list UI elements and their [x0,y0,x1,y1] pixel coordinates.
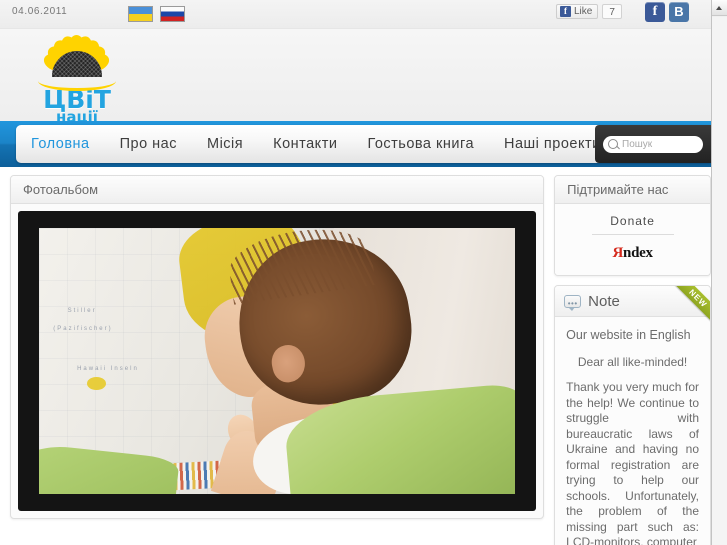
sunflower-icon [38,34,116,91]
new-badge: NEW [672,286,710,324]
nav-item-guestbook[interactable]: Гостьова книга [352,136,489,152]
facebook-like-label: Like [574,6,593,17]
photo-album-panel: Фотоальбом Stiller (Pazifischer) Hawaii … [10,175,545,519]
donate-link[interactable]: Donate [566,214,699,228]
page-viewport: 04.06.2011 f Like 7 f B ЦВіТ нації Голов… [0,0,711,545]
support-panel: Підтримайте нас Donate Яndex [554,175,711,276]
photo-album-body: Stiller (Pazifischer) Atlantisch Hawaii … [11,204,543,518]
flag-ukrainian-icon[interactable] [128,6,153,22]
album-photo[interactable]: Stiller (Pazifischer) Atlantisch Hawaii … [39,228,516,494]
top-bar: 04.06.2011 f Like 7 f B [0,0,711,29]
facebook-share-icon[interactable]: f [645,2,665,22]
photo-album-title: Фотоальбом [23,182,99,197]
scrollbar-track[interactable] [712,17,727,545]
search-icon [608,139,618,149]
photo-frame[interactable]: Stiller (Pazifischer) Atlantisch Hawaii … [18,211,537,511]
main-navigation: Головна Про нас Місія Контакти Гостьова … [16,125,711,163]
page-content: Фотоальбом Stiller (Pazifischer) Hawaii … [0,167,711,545]
support-panel-header: Підтримайте нас [555,176,710,204]
flag-russian-icon[interactable] [160,6,185,22]
note-panel-body: Our website in English Dear all like-min… [555,317,710,545]
main-column: Фотоальбом Stiller (Pazifischer) Hawaii … [10,175,545,545]
yandex-money-logo[interactable]: Яndex [566,245,699,262]
nav-item-contacts[interactable]: Контакти [258,136,352,152]
note-bubble-icon: ••• [564,294,582,311]
support-panel-body: Donate Яndex [555,204,710,275]
note-panel-header: ••• Note NEW [555,286,710,324]
note-panel: ••• Note NEW Our website in English Dear… [554,285,711,545]
donate-divider [591,234,674,235]
vkontakte-share-icon[interactable]: B [669,2,689,22]
social-links: f B [645,2,689,22]
language-flags [128,6,185,22]
page-root: 04.06.2011 f Like 7 f B ЦВіТ нації Голов… [0,0,727,545]
site-logo[interactable]: ЦВіТ нації [16,31,138,125]
facebook-like-widget: f Like 7 [556,4,622,19]
yandex-logo-rest: ndex [623,245,653,261]
search-placeholder: Пошук [622,138,653,150]
sidebar: Підтримайте нас Donate Яndex ••• Note NE… [554,175,711,545]
scroll-up-arrow[interactable] [712,0,727,16]
note-greeting: Dear all like-minded! [577,355,688,369]
note-panel-title: Note [588,292,620,310]
yandex-logo-ya: Я [612,245,624,261]
note-body-text: Thank you very much for the help! We con… [566,380,699,545]
note-heading[interactable]: Our website in English [566,328,699,343]
search-container: Пошук [595,125,711,163]
nav-item-mission[interactable]: Місія [192,136,258,152]
search-input[interactable]: Пошук [603,135,703,153]
support-panel-title: Підтримайте нас [567,182,669,197]
facebook-like-button[interactable]: f Like [556,4,599,19]
facebook-like-count: 7 [602,4,622,19]
current-date: 04.06.2011 [12,6,68,17]
nav-item-about[interactable]: Про нас [105,136,192,152]
vertical-scrollbar[interactable] [711,0,727,545]
photo-album-header: Фотоальбом [11,176,544,204]
site-header: ЦВіТ нації [0,29,711,125]
facebook-icon: f [560,6,571,17]
new-badge-label: NEW [672,286,710,324]
nav-item-home[interactable]: Головна [16,136,105,152]
nav-bar-background: Головна Про нас Місія Контакти Гостьова … [0,121,711,167]
